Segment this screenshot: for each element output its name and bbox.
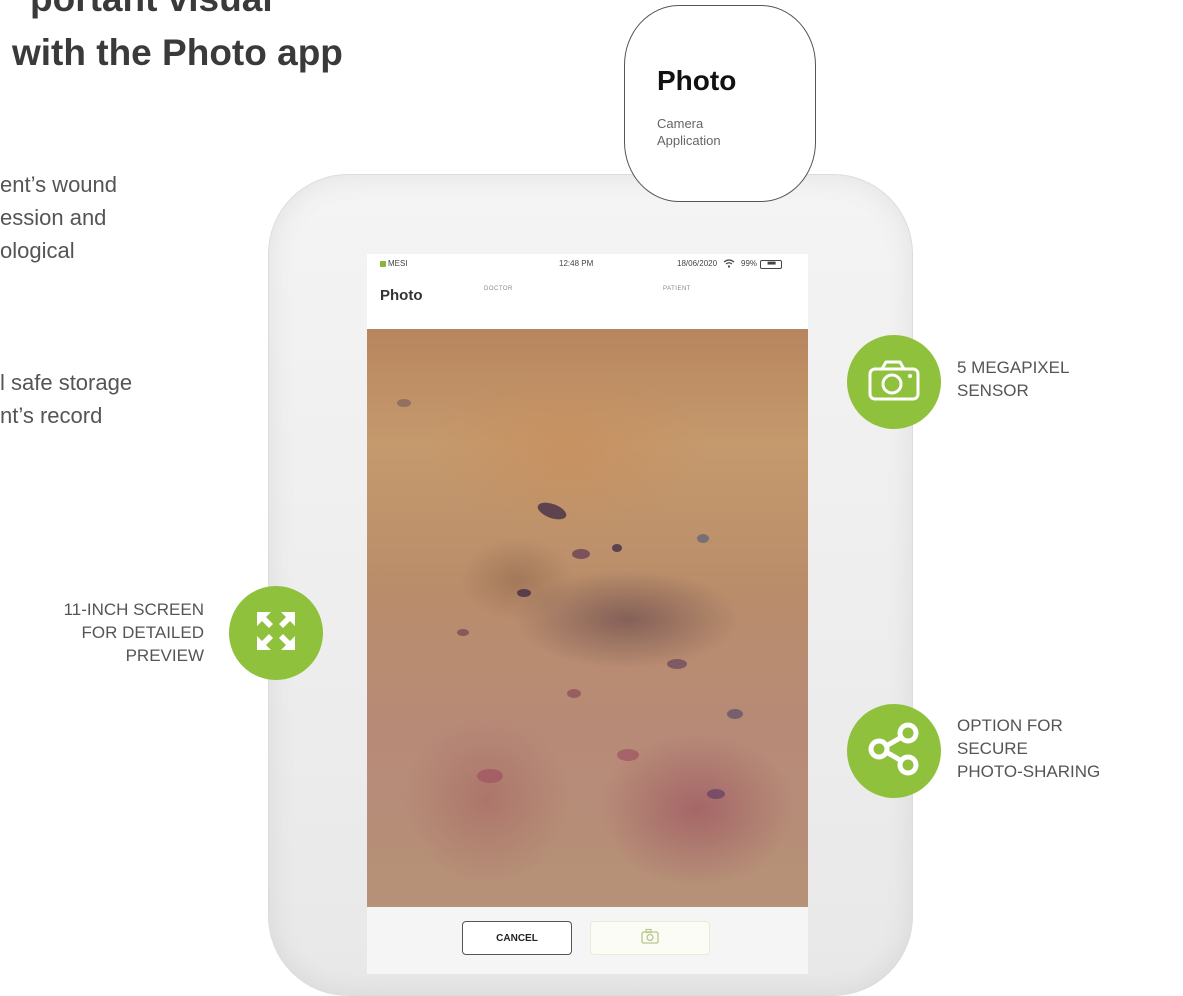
- share-icon: [865, 720, 923, 783]
- patient-field-label[interactable]: PATIENT: [663, 286, 691, 292]
- status-date: 18/06/2020: [677, 259, 718, 268]
- camera-feature-badge: [847, 335, 941, 429]
- screen-feature-badge: [229, 586, 323, 680]
- status-time: 12:48 PM: [559, 259, 594, 268]
- battery-icon: ■■■: [760, 260, 782, 269]
- photo-app-card: Photo Camera Application: [624, 5, 816, 202]
- status-app-name: MESI: [380, 259, 408, 268]
- headline-line-1: portant visual: [30, 0, 273, 20]
- feature-label-line: PHOTO-SHARING: [957, 762, 1101, 781]
- feature-label-line: 5 MEGAPIXEL: [957, 358, 1070, 377]
- expand-icon: [251, 606, 301, 661]
- battery-percent: 99%: [741, 259, 758, 268]
- share-feature-label: OPTION FOR SECURE PHOTO-SHARING: [957, 714, 1100, 783]
- paragraph-safe-storage: l safe storage nt’s record: [0, 366, 132, 432]
- app-card-subtitle-line: Application: [657, 133, 721, 148]
- screen-app-title: Photo: [380, 287, 423, 304]
- feature-label-line: SENSOR: [957, 381, 1029, 400]
- paragraph-line: ological: [0, 238, 75, 263]
- capture-photo-button[interactable]: [590, 921, 710, 955]
- bottom-action-bar: CANCEL: [367, 907, 808, 974]
- wound-photo-preview: [367, 329, 808, 907]
- cancel-button[interactable]: CANCEL: [462, 921, 572, 955]
- doctor-field-label[interactable]: DOCTOR: [484, 286, 513, 292]
- screen-feature-label: 11-INCH SCREEN FOR DETAILED PREVIEW: [0, 598, 204, 667]
- feature-label-line: 11-INCH SCREEN: [63, 600, 204, 619]
- feature-label-line: PREVIEW: [125, 646, 204, 665]
- app-card-title: Photo: [657, 65, 737, 96]
- paragraph-line: l safe storage: [0, 370, 133, 395]
- paragraph-wound-progression: ent’s wound ession and ological: [0, 168, 117, 267]
- status-bar: MESI 12:48 PM 18/06/2020 99% ■■■: [367, 254, 808, 272]
- app-card-subtitle: Camera Application: [657, 115, 777, 149]
- paragraph-line: ession and: [0, 205, 107, 230]
- app-card-subtitle-line: Camera: [657, 116, 704, 131]
- feature-label-line: SECURE: [957, 739, 1028, 758]
- camera-icon: [866, 357, 922, 408]
- feature-label-line: FOR DETAILED: [81, 623, 204, 642]
- camera-icon: [640, 928, 660, 949]
- camera-feature-label: 5 MEGAPIXEL SENSOR: [957, 356, 1069, 402]
- wifi-icon: [723, 259, 735, 270]
- paragraph-line: nt’s record: [0, 403, 103, 428]
- share-feature-badge: [847, 704, 941, 798]
- tablet-screen: MESI 12:48 PM 18/06/2020 99% ■■■ Photo D…: [367, 254, 808, 974]
- feature-label-line: OPTION FOR: [957, 716, 1063, 735]
- headline-line-2: with the Photo app: [12, 32, 343, 73]
- paragraph-line: ent’s wound: [0, 172, 118, 197]
